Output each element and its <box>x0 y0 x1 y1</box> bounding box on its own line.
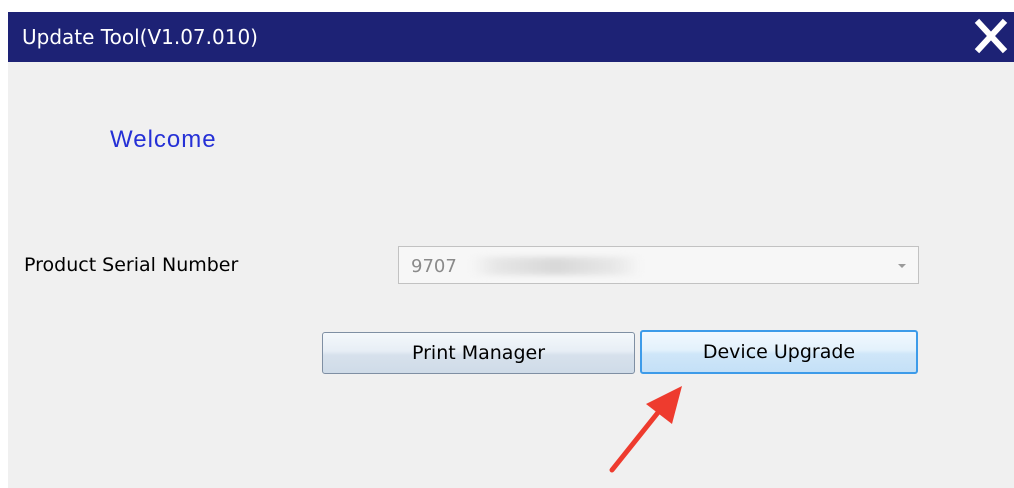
close-icon <box>974 18 1008 54</box>
serial-number-select[interactable]: 9707 <box>398 246 919 284</box>
chevron-down-icon <box>898 264 906 268</box>
close-button[interactable] <box>974 18 1008 54</box>
welcome-heading: Welcome <box>110 126 217 153</box>
title-bar: Update Tool(V1.07.010) <box>8 12 1014 62</box>
serial-number-label: Product Serial Number <box>24 254 239 276</box>
print-manager-button[interactable]: Print Manager <box>322 332 635 374</box>
serial-number-value: 9707 <box>411 256 457 277</box>
device-upgrade-button[interactable]: Device Upgrade <box>640 330 918 374</box>
obscured-serial-blur <box>471 257 641 275</box>
update-tool-window: Update Tool(V1.07.010) Welcome Product S… <box>8 12 1014 488</box>
red-arrow-annotation <box>609 386 682 473</box>
window-title: Update Tool(V1.07.010) <box>22 25 258 49</box>
